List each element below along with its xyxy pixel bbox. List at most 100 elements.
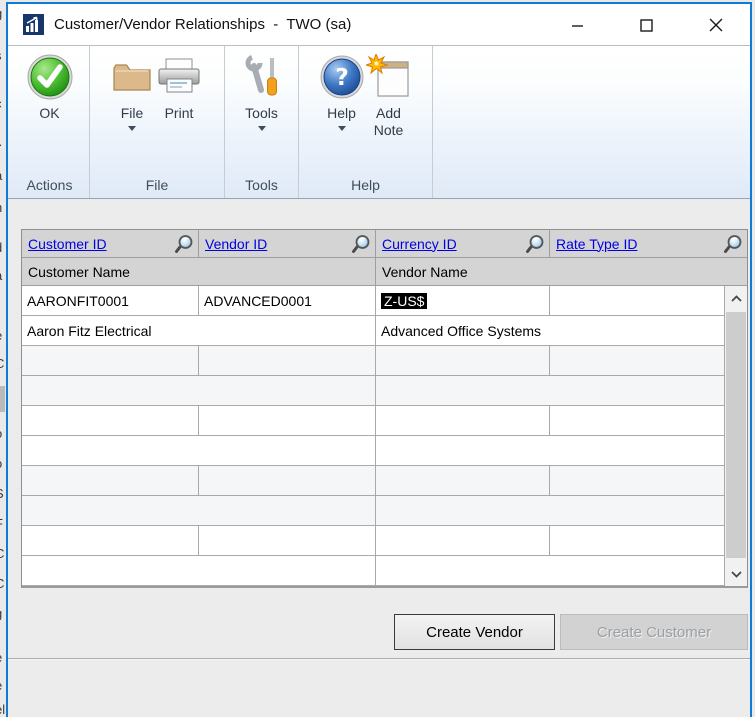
help-menu-button[interactable]: ? Help [320,52,364,139]
grid-cell[interactable] [376,526,550,556]
help-menu-label: Help [327,105,356,122]
rate-type-id-lookup-icon[interactable] [723,234,743,254]
grid-cell[interactable] [22,526,199,556]
column-header-vendor-id: Vendor ID [199,230,376,258]
ribbon-group-tools: Tools Tools [225,46,299,198]
ribbon-group-label-tools: Tools [225,177,298,193]
chevron-up-icon [731,295,742,302]
title-bar: Customer/Vendor Relationships - TWO (sa) [8,4,750,46]
cell-customer-name[interactable]: Aaron Fitz Electrical [22,316,376,346]
subheader-vendor-name: Vendor Name [376,258,747,286]
record-1-name-row: Aaron Fitz Electrical Advanced Office Sy… [22,316,724,346]
ok-button[interactable]: OK [27,52,73,122]
window-title: Customer/Vendor Relationships - TWO (sa) [54,4,351,46]
vendor-id-lookup-icon[interactable] [351,234,371,254]
minimize-icon [571,19,584,32]
grid-cell[interactable] [199,466,376,496]
grid-cell[interactable] [550,526,724,556]
customer-vendor-relationships-window: Customer/Vendor Relationships - TWO (sa) [6,2,752,717]
cell-vendor-id[interactable]: ADVANCED0001 [199,286,376,316]
empty-id-row [22,466,724,496]
chevron-down-icon [338,126,346,131]
close-button[interactable] [681,4,750,46]
print-button[interactable]: Print [155,52,203,131]
grid-cell[interactable] [376,346,550,376]
rate-type-id-sort-link[interactable]: Rate Type ID [556,236,637,252]
record-1-id-row: AARONFIT0001 ADVANCED0001 Z-US$ [22,286,724,316]
scrollbar-thumb[interactable] [726,312,746,558]
grid-cell[interactable] [199,526,376,556]
ribbon-toolbar: OK Actions File [8,46,750,199]
help-icon: ? [320,52,364,102]
scroll-down-button[interactable] [725,562,747,586]
grid-rows: AARONFIT0001 ADVANCED0001 Z-US$ Aaron Fi… [22,286,724,586]
maximize-button[interactable] [612,4,681,46]
column-header-currency-id: Currency ID [376,230,550,258]
grid-cell[interactable] [376,406,550,436]
grid-cell[interactable] [199,346,376,376]
grid-cell[interactable] [199,406,376,436]
empty-name-row [22,436,724,466]
customer-id-sort-link[interactable]: Customer ID [28,236,107,252]
add-note-label: Add Note [367,105,411,139]
grid-cell[interactable] [22,436,376,466]
tools-menu-label: Tools [245,105,278,122]
grid-cell[interactable] [22,556,376,586]
app-icon [23,14,44,35]
tools-menu-button[interactable]: Tools [242,52,282,131]
currency-id-selected-text[interactable]: Z-US$ [381,293,427,309]
ribbon-group-actions: OK Actions [10,46,90,198]
print-button-label: Print [165,105,194,122]
scroll-up-button[interactable] [725,286,747,310]
background-window-scrollbar-fragment [0,386,5,412]
create-customer-button[interactable]: Create Customer [560,614,748,650]
grid-cell[interactable] [22,466,199,496]
ok-button-label: OK [39,105,59,122]
add-note-button[interactable]: Add Note [366,52,412,139]
cell-vendor-name[interactable]: Advanced Office Systems [376,316,724,346]
create-vendor-button[interactable]: Create Vendor [394,614,555,650]
ribbon-group-help: ? Help [299,46,433,198]
chevron-down-icon [128,126,136,131]
vertical-scrollbar[interactable] [724,286,747,586]
customer-id-lookup-icon[interactable] [174,234,194,254]
maximize-icon [640,19,653,32]
grid-cell[interactable] [376,556,724,586]
grid-cell[interactable] [376,496,724,526]
grid-cell[interactable] [22,346,199,376]
empty-id-row [22,526,724,556]
grid-cell[interactable] [550,346,724,376]
minimize-button[interactable] [543,4,612,46]
column-header-rate-type-id: Rate Type ID [550,230,747,258]
grid-cell[interactable] [550,466,724,496]
grid-column-header-row: Customer ID Vendor ID [22,230,747,258]
chevron-down-icon [731,571,742,578]
cell-customer-id[interactable]: AARONFIT0001 [22,286,199,316]
ok-check-icon [27,52,73,102]
tools-icon [242,52,282,102]
empty-id-row [22,346,724,376]
printer-icon [155,52,203,102]
svg-text:?: ? [335,65,348,91]
cell-currency-id[interactable]: Z-US$ [376,286,550,316]
cell-rate-type-id[interactable] [550,286,724,316]
grid-cell[interactable] [550,406,724,436]
window-bottom-divider [8,658,750,660]
currency-id-sort-link[interactable]: Currency ID [382,236,457,252]
vendor-id-sort-link[interactable]: Vendor ID [205,236,267,252]
currency-id-lookup-icon[interactable] [525,234,545,254]
add-note-icon [366,52,412,102]
grid-cell[interactable] [376,466,550,496]
grid-cell[interactable] [376,376,724,406]
empty-name-row [22,556,724,586]
grid-cell[interactable] [376,436,724,466]
file-menu-label: File [121,105,144,122]
grid-cell[interactable] [22,496,376,526]
folder-icon [111,52,153,102]
empty-id-row [22,406,724,436]
file-menu-button[interactable]: File [111,52,153,131]
grid-cell[interactable] [22,406,199,436]
relationships-grid: Customer ID Vendor ID [21,229,748,588]
grid-cell[interactable] [22,376,376,406]
subheader-customer-name: Customer Name [22,258,376,286]
